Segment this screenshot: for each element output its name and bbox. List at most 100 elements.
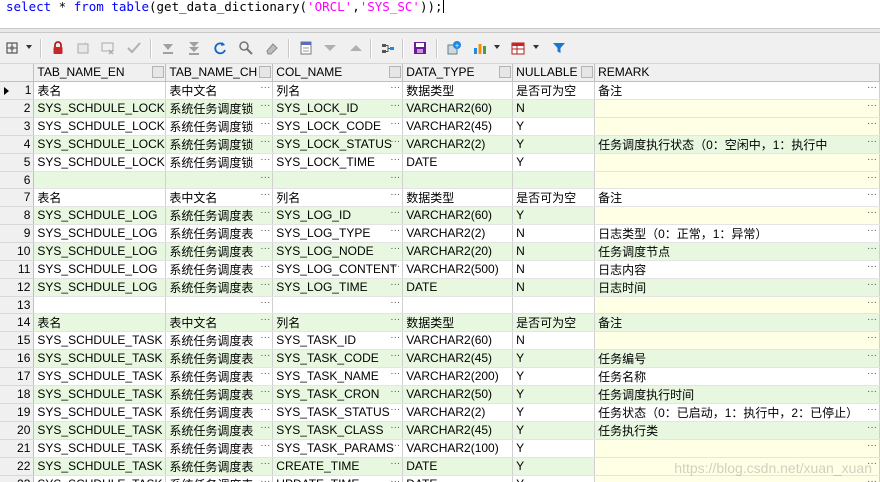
grid-cell[interactable]: Y <box>512 349 596 368</box>
grid-cell[interactable]: ··· <box>272 296 404 314</box>
grid-cell[interactable]: 备注 ··· <box>594 313 880 332</box>
row-number-cell[interactable]: 9 <box>0 224 35 243</box>
cell-editor-button[interactable]: ··· <box>390 332 400 343</box>
grid-cell[interactable]: 系统任务调度表 ··· <box>165 385 274 404</box>
table-row[interactable]: 16 SYS_SCHDULE_TASK 系统任务调度表 ··· SYS_TASK_COD… <box>0 349 880 368</box>
row-number-cell[interactable]: 8 <box>0 206 35 225</box>
row-number-cell[interactable]: 2 <box>0 99 35 118</box>
grid-cell[interactable]: 系统任务调度表 ··· <box>165 224 274 243</box>
grid-cell[interactable]: Y <box>512 439 596 458</box>
grid-cell[interactable]: Y <box>512 457 596 476</box>
row-number-header[interactable] <box>0 64 35 82</box>
grid-cell[interactable]: 系统任务调度表 ··· <box>165 403 274 422</box>
grid-cell[interactable]: N <box>512 331 596 350</box>
table-row[interactable]: 23 SYS_SCHDULE_TASK 系统任务调度表 ··· UPDATE_TIME ·… <box>0 475 880 482</box>
delete-record-icon[interactable] <box>100 40 116 56</box>
table-row[interactable]: 14 表名 表中文名 ··· 列名 ··· 数据类型 是否可为空 备注 ··· <box>0 313 880 332</box>
grid-cell[interactable]: CREATE_TIME ··· <box>272 457 404 476</box>
grid-cell[interactable]: ··· <box>594 331 880 350</box>
grid-cell[interactable]: Y <box>512 475 596 482</box>
cell-editor-button[interactable]: ··· <box>390 100 400 111</box>
cell-editor-button[interactable]: ··· <box>390 118 400 129</box>
cell-editor-button[interactable]: ··· <box>260 404 270 415</box>
grid-cell[interactable]: 系统任务调度表 ··· <box>165 367 274 386</box>
cell-editor-button[interactable]: ··· <box>260 458 270 469</box>
grid-cell[interactable]: 系统任务调度表 ··· <box>165 206 274 225</box>
sql-editor[interactable]: select * from table(get_data_dictionary(… <box>0 0 880 28</box>
post-check-icon[interactable] <box>126 40 142 56</box>
cell-editor-button[interactable]: ··· <box>390 154 400 165</box>
cell-editor-button[interactable]: ··· <box>260 154 270 165</box>
grid-cell[interactable] <box>402 171 514 189</box>
grid-cell[interactable]: SYS_TASK_CODE ··· <box>272 349 404 368</box>
column-header[interactable]: DATA_TYPE <box>402 64 514 82</box>
cell-editor-button[interactable]: ··· <box>867 100 877 111</box>
cell-editor-button[interactable]: ··· <box>260 225 270 236</box>
table-row[interactable]: 12 SYS_SCHDULE_LOG 系统任务调度表 ··· SYS_LOG_TIME ·… <box>0 278 880 297</box>
cell-editor-button[interactable]: ··· <box>390 136 400 147</box>
cell-editor-button[interactable]: ··· <box>867 136 877 147</box>
grid-cell[interactable]: SYS_SCHDULE_TASK <box>33 421 167 440</box>
filter-icon[interactable] <box>551 40 567 56</box>
table-row[interactable]: 3 SYS_SCHDULE_LOCK 系统任务调度锁 ··· SYS_LOCK_CODE… <box>0 117 880 136</box>
grid-cell[interactable]: SYS_LOG_ID ··· <box>272 206 404 225</box>
cell-editor-button[interactable]: ··· <box>867 440 877 451</box>
grid-cell[interactable]: DATE <box>402 475 514 482</box>
grid-cell[interactable]: 日志内容 ··· <box>594 260 880 279</box>
grid-cell[interactable]: 系统任务调度锁 ··· <box>165 99 274 118</box>
cell-editor-button[interactable]: ··· <box>390 225 400 236</box>
grid-cell[interactable]: Y <box>512 206 596 225</box>
cell-editor-button[interactable]: ··· <box>260 440 270 451</box>
grid-cell[interactable]: 系统任务调度表 ··· <box>165 439 274 458</box>
grid-cell[interactable]: 表名 <box>33 81 167 100</box>
row-number-cell[interactable]: 20 <box>0 421 35 440</box>
grid-cell[interactable]: 任务调度执行时间 ··· <box>594 385 880 404</box>
cell-editor-button[interactable]: ··· <box>390 422 400 433</box>
grid-options-icon[interactable] <box>4 40 20 56</box>
grid-cell[interactable]: SYS_LOCK_TIME ··· <box>272 153 404 172</box>
cell-editor-button[interactable]: ··· <box>390 476 400 482</box>
fetch-all-icon[interactable] <box>186 40 202 56</box>
grid-cell[interactable]: 系统任务调度表 ··· <box>165 331 274 350</box>
row-number-cell[interactable]: 21 <box>0 439 35 458</box>
table-row[interactable]: 11 SYS_SCHDULE_LOG 系统任务调度表 ··· SYS_LOG_CONTE… <box>0 260 880 279</box>
grid-cell[interactable]: ··· <box>594 296 880 314</box>
save-icon[interactable] <box>412 40 428 56</box>
row-number-cell[interactable]: 19 <box>0 403 35 422</box>
grid-cell[interactable]: 任务调度节点 ··· <box>594 242 880 261</box>
cell-editor-button[interactable]: ··· <box>390 368 400 379</box>
cell-editor-button[interactable]: ··· <box>260 261 270 272</box>
cell-editor-button[interactable]: ··· <box>390 82 400 93</box>
cell-editor-button[interactable]: ··· <box>867 154 877 165</box>
grid-cell[interactable]: SYS_SCHDULE_LOG <box>33 278 167 297</box>
table-row[interactable]: 19 SYS_SCHDULE_TASK 系统任务调度表 ··· SYS_TASK_STA… <box>0 403 880 422</box>
cell-editor-button[interactable]: ··· <box>260 332 270 343</box>
row-number-cell[interactable]: 16 <box>0 349 35 368</box>
grid-cell[interactable]: VARCHAR2(20) <box>402 242 514 261</box>
grid-cell[interactable]: 是否可为空 <box>512 188 596 207</box>
grid-cell[interactable]: VARCHAR2(2) <box>402 403 514 422</box>
cell-editor-button[interactable]: ··· <box>867 243 877 254</box>
grid-cell[interactable]: 任务状态（0：已启动，1：执行中，2：已停止） ··· <box>594 403 880 422</box>
grid-cell[interactable]: ··· <box>594 206 880 225</box>
grid-cell[interactable]: Y <box>512 153 596 172</box>
cell-editor-button[interactable]: ··· <box>867 225 877 236</box>
link-icon[interactable]: + <box>446 40 462 56</box>
row-number-cell[interactable]: 15 <box>0 331 35 350</box>
row-number-cell[interactable]: 17 <box>0 367 35 386</box>
grid-cell[interactable]: 数据类型 <box>402 188 514 207</box>
table-row[interactable]: 5 SYS_SCHDULE_LOCK 系统任务调度锁 ··· SYS_LOCK_TIME… <box>0 153 880 172</box>
grid-cell[interactable]: Y <box>512 135 596 154</box>
grid-cell[interactable]: VARCHAR2(45) <box>402 117 514 136</box>
cell-editor-button[interactable]: ··· <box>390 297 400 308</box>
row-number-cell[interactable]: 18 <box>0 385 35 404</box>
grid-cell[interactable]: SYS_TASK_ID ··· <box>272 331 404 350</box>
chevron-down-icon[interactable] <box>494 45 500 49</box>
clear-icon[interactable] <box>264 40 280 56</box>
grid-cell[interactable]: 列名 ··· <box>272 188 404 207</box>
row-number-cell[interactable]: 11 <box>0 260 35 279</box>
grid-cell[interactable]: VARCHAR2(2) <box>402 224 514 243</box>
grid-cell[interactable]: SYS_LOCK_CODE ··· <box>272 117 404 136</box>
grid-cell[interactable]: VARCHAR2(60) <box>402 206 514 225</box>
cell-editor-button[interactable]: ··· <box>390 386 400 397</box>
